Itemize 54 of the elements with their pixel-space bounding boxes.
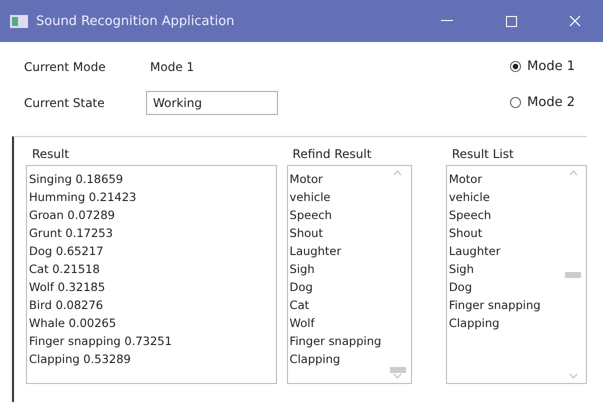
list-heading: Refind Result [292,147,372,161]
list-item[interactable]: Finger snapping [448,296,541,314]
list-item[interactable]: Sigh [448,260,474,278]
list-item[interactable]: Grunt 0.17253 [29,224,113,242]
list-item[interactable]: Motor [290,170,323,188]
field-label: Current State [24,96,106,110]
list-item[interactable]: Shout [290,224,323,242]
list-item[interactable]: Laughter [448,242,500,260]
mode-radio[interactable]: Mode 2 [510,90,575,114]
field-value: Mode 1 [149,60,194,74]
list-item[interactable]: Finger snapping [290,332,382,350]
list-item[interactable]: Singing 0.18659 [29,170,124,188]
list-item[interactable]: Laughter [290,242,342,260]
maximize-icon [506,16,516,26]
list-box[interactable]: Motor vehicle Speech Shout Laughter Sigh Dog Cat Wolf Finger snapping Clapping [286,165,412,384]
scroll-thumb[interactable] [390,367,406,373]
list-box[interactable]: Singing 0.18659 Humming 0.21423 Groan 0.07289 Grunt 0.17253 Dog 0.65217 Cat 0.21518 Wolf 0.32185 Bird 0.08276 Whale 0.00265 Finger snapping 0.73251 Clapping 0.53289 [26,165,277,384]
field-label: Current Mode [24,60,107,74]
close-icon [569,15,581,27]
list-item[interactable]: Whale 0.00265 [29,314,116,332]
list-heading: Result [32,147,70,161]
state-field[interactable]: Working [146,91,278,115]
list-item[interactable]: Speech [290,206,332,224]
list-item[interactable]: Groan 0.07289 [29,206,115,224]
list-item[interactable]: Humming 0.21423 [29,188,136,206]
list-item[interactable]: Shout [448,224,482,242]
list-item[interactable]: Cat [290,296,310,314]
list-item[interactable]: vehicle [448,188,490,206]
list-item[interactable]: Wolf [290,314,315,332]
list-box[interactable]: Motor vehicle Speech Shout Laughter Sigh Dog Finger snapping Clapping [446,165,587,384]
scroll-up-icon[interactable] [568,170,578,176]
scroll-down-icon[interactable] [393,373,402,379]
list-item[interactable]: Dog [290,278,313,296]
minimize-icon [441,20,453,22]
list-item[interactable]: vehicle [290,188,331,206]
list-item[interactable]: Motor [448,170,482,188]
list-item[interactable]: Clapping [290,350,340,368]
list-item[interactable]: Clapping [448,314,500,332]
scroll-down-icon[interactable] [568,373,578,379]
list-item[interactable]: Wolf 0.32185 [29,278,106,296]
list-item[interactable]: Clapping 0.53289 [29,350,131,368]
list-item[interactable]: Dog [448,278,472,296]
list-item[interactable]: Sigh [290,260,315,278]
scroll-up-icon[interactable] [393,170,402,176]
list-heading: Result List [452,147,514,161]
scroll-thumb[interactable] [565,272,581,278]
list-item[interactable]: Dog 0.65217 [29,242,104,260]
mode-radio[interactable]: Mode 1 [510,54,575,78]
list-item[interactable]: Finger snapping 0.73251 [29,332,172,350]
window-title: Sound Recognition Application [36,14,236,28]
list-item[interactable]: Cat 0.21518 [29,260,100,278]
list-item[interactable]: Bird 0.08276 [29,296,104,314]
list-item[interactable]: Speech [448,206,492,224]
app-icon [10,14,28,28]
